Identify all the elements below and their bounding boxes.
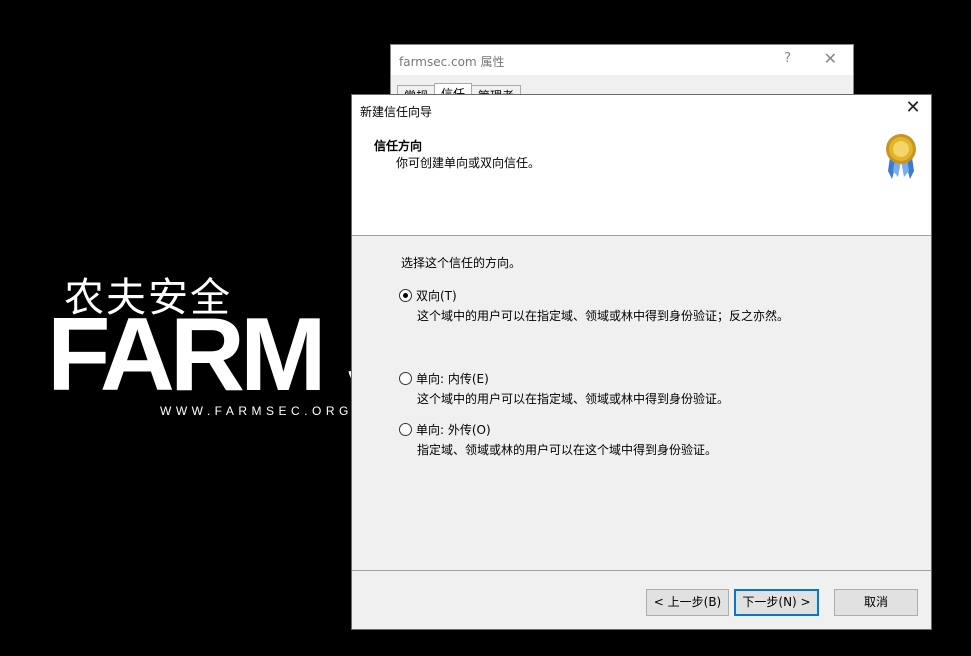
help-button[interactable]: ? bbox=[784, 51, 791, 66]
back-button[interactable]: < 上一步(B) bbox=[646, 589, 729, 616]
option-one-way-outgoing-label[interactable]: 单向: 外传(O) bbox=[416, 421, 491, 438]
direction-prompt: 选择这个信任的方向。 bbox=[401, 256, 522, 270]
properties-titlebar: farmsec.com 属性 ? ✕ bbox=[391, 45, 853, 75]
radio-two-way[interactable] bbox=[399, 289, 412, 302]
radio-one-way-incoming[interactable] bbox=[399, 372, 412, 385]
option-one-way-incoming[interactable]: 单向: 内传(E) 这个域中的用户可以在指定域、领域或林中得到身份验证。 bbox=[399, 370, 729, 407]
page-title: 信任方向 bbox=[374, 139, 423, 153]
option-two-way-description: 这个域中的用户可以在指定域、领域或林中得到身份验证；反之亦然。 bbox=[417, 309, 790, 323]
footer-divider bbox=[352, 570, 931, 571]
properties-close-button[interactable]: ✕ bbox=[824, 49, 837, 68]
next-button[interactable]: 下一步(N) > bbox=[734, 589, 819, 616]
option-two-way-label[interactable]: 双向(T) bbox=[416, 287, 457, 304]
new-trust-wizard-dialog: 新建信任向导 ✕ 信任方向 你可创建单向或双向信任。 选择这个信任的方向。 双向… bbox=[351, 94, 932, 630]
option-one-way-outgoing[interactable]: 单向: 外传(O) 指定域、领域或林的用户可以在这个域中得到身份验证。 bbox=[399, 421, 717, 458]
option-two-way[interactable]: 双向(T) 这个域中的用户可以在指定域、领域或林中得到身份验证；反之亦然。 bbox=[399, 287, 789, 324]
page-subtitle: 你可创建单向或双向信任。 bbox=[396, 156, 541, 170]
cancel-button[interactable]: 取消 bbox=[834, 589, 918, 616]
award-ribbon-icon bbox=[886, 134, 916, 179]
radio-one-way-outgoing[interactable] bbox=[399, 423, 412, 436]
option-one-way-incoming-description: 这个域中的用户可以在指定域、领域或林中得到身份验证。 bbox=[417, 392, 730, 406]
wizard-title: 新建信任向导 bbox=[360, 105, 433, 119]
properties-title: farmsec.com 属性 bbox=[399, 55, 505, 69]
option-one-way-outgoing-description: 指定域、领域或林的用户可以在这个域中得到身份验证。 bbox=[417, 443, 718, 457]
wizard-body: 选择这个信任的方向。 双向(T) 这个域中的用户可以在指定域、领域或林中得到身份… bbox=[352, 236, 931, 570]
option-one-way-incoming-label[interactable]: 单向: 内传(E) bbox=[416, 370, 489, 387]
wizard-header: 信任方向 你可创建单向或双向信任。 bbox=[352, 125, 931, 236]
logo-url-text: WWW.FARMSEC.ORG bbox=[160, 404, 353, 418]
wizard-titlebar: 新建信任向导 ✕ bbox=[352, 95, 931, 125]
wizard-close-button[interactable]: ✕ bbox=[903, 98, 923, 118]
